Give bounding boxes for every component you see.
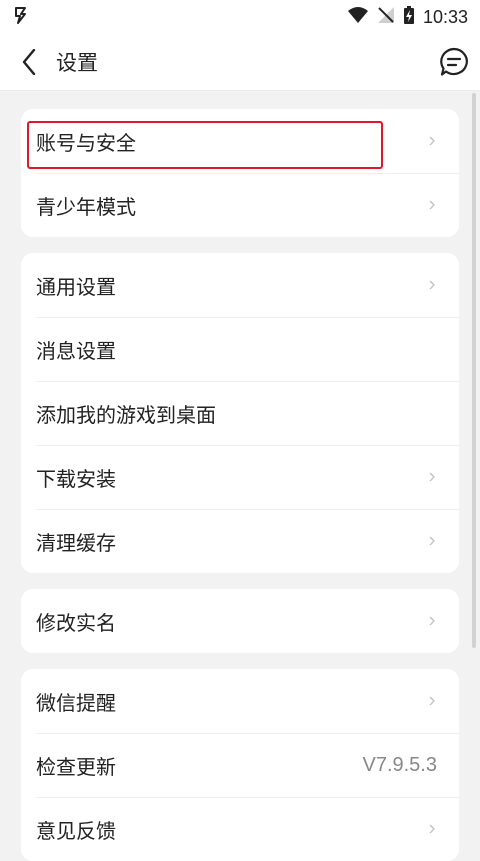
- item-label: 消息设置: [36, 338, 116, 363]
- item-label: 修改实名: [36, 610, 116, 635]
- no-signal-icon: [377, 6, 395, 29]
- message-bubble-icon: [440, 47, 468, 76]
- back-arrow-icon: [22, 49, 36, 75]
- settings-item-download-install[interactable]: 下载安装: [21, 445, 459, 509]
- wifi-icon: [347, 6, 369, 29]
- settings-item-general[interactable]: 通用设置: [21, 253, 459, 317]
- item-label: 微信提醒: [36, 690, 116, 715]
- app-header: 设置: [0, 34, 480, 91]
- version-value: V7.9.5.3: [362, 753, 437, 776]
- settings-item-account-security[interactable]: 账号与安全: [21, 109, 459, 173]
- item-label: 青少年模式: [36, 194, 136, 219]
- page-title: 设置: [56, 51, 98, 75]
- message-button[interactable]: [438, 46, 470, 78]
- settings-group-misc: 微信提醒 检查更新 V7.9.5.3 意见反馈: [21, 669, 459, 861]
- settings-item-wechat-reminder[interactable]: 微信提醒: [21, 669, 459, 733]
- chevron-right-icon: [429, 824, 436, 834]
- settings-item-modify-real-name[interactable]: 修改实名: [21, 589, 459, 653]
- item-label: 通用设置: [36, 274, 116, 299]
- settings-item-check-update[interactable]: 检查更新 V7.9.5.3: [21, 733, 459, 797]
- settings-group-general: 通用设置 消息设置 添加我的游戏到桌面 下载安装 清理缓存: [21, 253, 459, 573]
- back-button[interactable]: [4, 34, 54, 90]
- settings-group-account: 账号与安全 青少年模式: [21, 109, 459, 237]
- settings-group-realname: 修改实名: [21, 589, 459, 653]
- settings-item-messages[interactable]: 消息设置: [21, 317, 459, 381]
- item-label: 账号与安全: [36, 130, 136, 155]
- chevron-right-icon: [429, 136, 436, 146]
- chevron-right-icon: [429, 200, 436, 210]
- status-bar: 10:33: [0, 0, 480, 34]
- chevron-right-icon: [429, 616, 436, 626]
- app-notification-icon: [14, 6, 28, 28]
- settings-item-add-games-to-desktop[interactable]: 添加我的游戏到桌面: [21, 381, 459, 445]
- settings-item-clear-cache[interactable]: 清理缓存: [21, 509, 459, 573]
- item-label: 添加我的游戏到桌面: [36, 402, 216, 427]
- scrollbar[interactable]: [472, 93, 476, 648]
- settings-item-teen-mode[interactable]: 青少年模式: [21, 173, 459, 237]
- item-label: 检查更新: [36, 754, 116, 779]
- chevron-right-icon: [429, 280, 436, 290]
- status-time: 10:33: [422, 6, 468, 27]
- chevron-right-icon: [429, 472, 436, 482]
- item-label: 下载安装: [36, 466, 116, 491]
- settings-item-feedback[interactable]: 意见反馈: [21, 797, 459, 861]
- item-label: 意见反馈: [36, 818, 116, 843]
- item-label: 清理缓存: [36, 530, 116, 555]
- settings-list: 账号与安全 青少年模式 通用设置 消息设置 添加我的游戏到桌面 下载安装 清理缓…: [0, 91, 480, 861]
- chevron-right-icon: [429, 536, 436, 546]
- battery-charging-icon: [403, 5, 415, 30]
- chevron-right-icon: [429, 696, 436, 706]
